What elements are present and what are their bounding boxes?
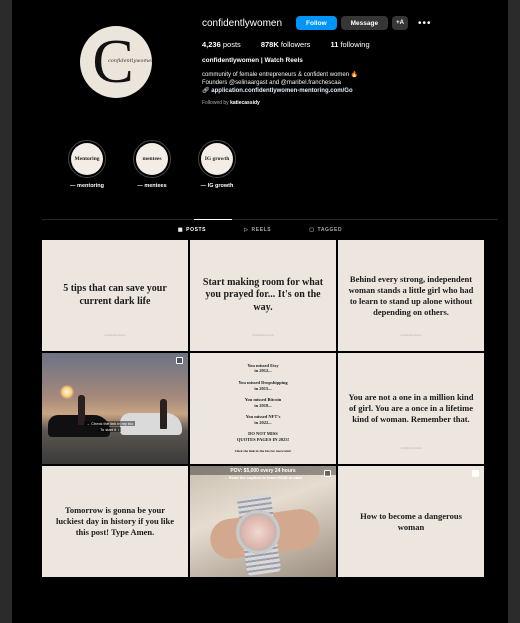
post-tile[interactable]: Start making room for what you prayed fo… (190, 240, 336, 351)
post-tile[interactable]: You are not a one in a million kind of g… (338, 353, 484, 464)
post-watermark: confidentlywomen (400, 333, 422, 337)
post-tile[interactable]: Behind every strong, independent woman s… (338, 240, 484, 351)
tab-label: TAGGED (317, 227, 343, 233)
story-highlight[interactable]: IG growth — IG growth (195, 140, 239, 189)
reel-icon (176, 357, 183, 364)
highlight-label: — mentoring (70, 183, 104, 189)
post-text: How to become a dangerous woman (360, 510, 462, 532)
reel-icon (324, 470, 331, 477)
followed-by-prefix: Followed by (202, 100, 229, 106)
followed-by-user: katiecassidy (230, 100, 260, 106)
highlight-cover: Mentoring (71, 143, 103, 175)
followers-count: 878K (260, 40, 279, 49)
profile-actions-row: confidentlywomen Follow Message +A ••• (202, 14, 502, 32)
bio-line: community of female entrepreneurs & conf… (202, 72, 359, 78)
post-text: Behind every strong, independent woman s… (348, 273, 474, 317)
profile-username: confidentlywomen (202, 17, 283, 29)
post-watermark: confidentlywomen (400, 446, 422, 450)
highlight-ring: Mentoring (68, 140, 106, 178)
post-tile[interactable]: You missed Etsy in 2012... You missed Dr… (190, 353, 336, 464)
bio-line: Founders @selinaargast and @maribel.fran… (202, 80, 341, 86)
post-text: You missed Dropshipping (238, 379, 288, 385)
suggested-accounts-button[interactable]: +A (392, 16, 408, 30)
follow-button[interactable]: Follow (296, 16, 337, 30)
tagged-icon: ▢ (309, 227, 315, 233)
post-tile[interactable]: 5 tips that can save your current dark l… (42, 240, 188, 351)
post-text: Tomorrow is gonna be your luckiest day i… (55, 505, 175, 537)
post-caption: → Check the link in my bio (84, 421, 136, 426)
following-count: 11 (330, 40, 339, 49)
sunset-sun (60, 385, 74, 399)
profile-header: confidentlywomen Follow Message +A ••• 4… (202, 14, 502, 106)
tab-label: POSTS (186, 227, 207, 233)
watch-dial-shape (236, 510, 280, 554)
story-highlight[interactable]: Mentoring — mentoring (65, 140, 109, 189)
following-stat[interactable]: 11 following (330, 40, 369, 49)
post-text: You are not a one in a million kind of g… (348, 392, 474, 424)
posts-stat: 4,236 posts (202, 40, 241, 49)
link-icon: 🔗︎ (202, 88, 210, 94)
post-text: QUOTES PAGES IN 2023! (236, 437, 290, 443)
post-text: Click the link in the bio for more info! (234, 448, 292, 453)
profile-bio: community of female entrepreneurs & conf… (202, 71, 502, 95)
tab-tagged[interactable]: ▢ TAGGED (309, 227, 342, 233)
reels-icon: ▷ (244, 227, 249, 233)
post-banner: POV: $5,000 every 24 hours (190, 466, 336, 475)
profile-avatar[interactable]: C confidentlywomen (80, 26, 152, 98)
profile-full-name: confidentlywomen | Watch Reels (202, 57, 303, 64)
message-button[interactable]: Message (340, 16, 389, 30)
highlight-label: — mentees (137, 183, 167, 189)
post-tile[interactable]: → Check the link in my bio To start it ↓ (42, 353, 188, 464)
post-text-block: You missed Etsy in 2012... You missed Dr… (235, 363, 292, 455)
bio-link[interactable]: 🔗︎ application.confidentlywomen-mentorin… (202, 87, 502, 95)
highlight-ring: IG growth (198, 140, 236, 178)
bio-link-text: application.confidentlywomen-mentoring.c… (211, 88, 353, 94)
story-highlight[interactable]: mentees — mentees (130, 140, 174, 189)
profile-tabs: ▦ POSTS ▷ REELS ▢ TAGGED (12, 227, 508, 233)
person-shape (160, 399, 167, 429)
post-tile[interactable]: Tomorrow is gonna be your luckiest day i… (42, 466, 188, 577)
highlight-cover: IG growth (201, 143, 233, 175)
posts-count: 4,236 (202, 40, 221, 49)
post-tile[interactable]: How to become a dangerous woman (338, 466, 484, 577)
avatar-logo-script: confidentlywomen (108, 58, 152, 64)
tabs-divider (42, 219, 498, 220)
carousel-icon (472, 470, 479, 477)
followers-stat-label: followers (280, 40, 311, 49)
post-text: 5 tips that can save your current dark l… (63, 283, 167, 307)
active-tab-indicator (194, 219, 232, 220)
instagram-profile-page: C confidentlywomen confidentlywomen Foll… (12, 0, 508, 623)
post-text: Start making room for what you prayed fo… (202, 276, 324, 313)
post-subbanner: → Read the caption to learn HOW to start (223, 475, 303, 480)
tab-reels[interactable]: ▷ REELS (244, 227, 271, 233)
post-tile[interactable]: POV: $5,000 every 24 hours → Read the ca… (190, 466, 336, 577)
highlight-label: — IG growth (200, 183, 234, 189)
following-stat-label: following (340, 40, 370, 49)
post-caption: To start it ↓ (98, 427, 122, 432)
post-grid: 5 tips that can save your current dark l… (42, 240, 484, 577)
more-options-icon[interactable]: ••• (418, 18, 432, 29)
tab-label: REELS (251, 227, 272, 233)
profile-stats: 4,236 posts 878K followers 11 following (202, 40, 502, 49)
highlight-ring: mentees (133, 140, 171, 178)
posts-stat-label: posts (222, 40, 241, 49)
followed-by[interactable]: Followed by katiecassidy (202, 100, 502, 106)
highlight-cover: mentees (136, 143, 168, 175)
grid-icon: ▦ (177, 227, 184, 233)
followers-stat[interactable]: 878K followers (261, 40, 311, 49)
post-watermark: confidentlywomen (104, 332, 126, 337)
tab-posts[interactable]: ▦ POSTS (178, 227, 206, 233)
post-watermark: confidentlywomen (252, 332, 274, 337)
